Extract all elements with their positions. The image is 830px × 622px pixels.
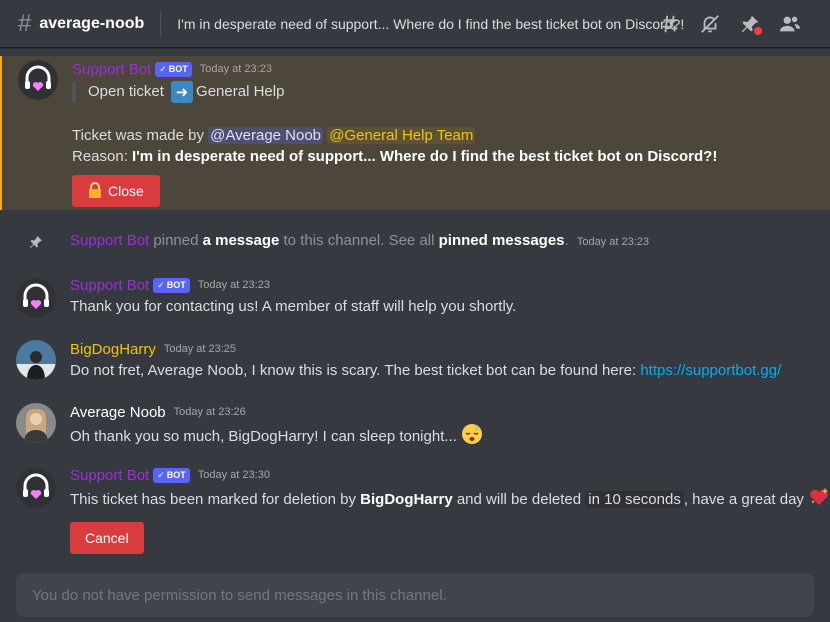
message-author[interactable]: BigDogHarry [70,341,156,358]
pinned-messages-link[interactable]: pinned messages [439,232,565,249]
average-noob-avatar[interactable] [16,403,56,443]
message-text: Do not fret, Average Noob, I know this i… [70,362,637,379]
message-text-line: Oh thank you so much, BigDogHarry! I can… [70,423,483,451]
bigdogharry-avatar[interactable] [16,340,56,380]
deletion-author-bold: BigDogHarry [360,490,453,508]
ticket-message-content: Support Bot ✓ BOT Today at 23:23 Open tic… [72,58,717,208]
quote-bar [72,81,76,103]
message-author[interactable]: Support Bot [70,467,149,484]
channel-hash-icon: # [18,9,32,37]
system-pin-message: Support Bot pinned a message to this cha… [0,230,830,254]
pin-system-icon [28,234,44,255]
made-by-text: Ticket was made by [72,127,209,145]
message-author[interactable]: Support Bot [70,277,149,294]
role-mention[interactable]: @General Help Team [327,127,476,145]
svg-text:z: z [475,425,478,432]
channel-header: # average-noob I'm in desperate need of … [0,0,830,48]
support-bot-avatar[interactable] [16,278,56,318]
pinned-message-link[interactable]: a message [203,232,280,249]
threads-icon[interactable] [658,12,682,36]
system-pin-text: Support Bot pinned a message to this cha… [70,232,649,249]
bot-tag: ✓ BOT [153,277,190,293]
verified-check-icon: ✓ [157,279,165,290]
sparkling-heart-icon [808,486,830,514]
quote-suffix: General Help [196,83,285,100]
deletion-text-b: and will be deleted [452,490,586,508]
quote-prefix: Open ticket [88,83,164,100]
channel-name: average-noob [39,14,145,32]
support-bot-avatar[interactable] [16,468,56,508]
close-ticket-button[interactable]: Close [72,175,160,208]
members-icon[interactable] [778,12,802,36]
support-bot-avatar[interactable] [18,60,58,100]
header-divider [160,11,162,36]
channel-topic[interactable]: I'm in desperate need of support... Wher… [177,16,684,32]
message-composer-disabled: You do not have permission to send messa… [16,573,814,617]
message-author[interactable]: Support Bot [72,61,151,78]
cancel-button-label: Cancel [85,530,129,546]
ticket-made-by-line: Ticket was made by @Average Noob @Genera… [72,125,717,146]
ticket-message-highlighted: Support Bot ✓ BOT Today at 23:23 Open tic… [0,56,830,210]
verified-check-icon: ✓ [157,469,165,480]
quote-line: Open ticket ➜ General Help [72,81,717,104]
right-arrow-icon: ➜ [171,81,194,104]
message-timestamp: Today at 23:23 [199,63,272,75]
reason-label: Reason: [72,148,133,166]
message-timestamp: Today at 23:30 [197,469,270,481]
deletion-text-c: , have a great day [683,490,804,508]
verified-check-icon: ✓ [159,63,167,74]
mute-bell-icon[interactable] [698,12,722,36]
deletion-countdown: in 10 seconds [585,490,684,508]
message-text: Oh thank you so much, BigDogHarry! I can… [70,427,457,445]
deletion-text-a: This ticket has been marked for deletion… [70,490,361,508]
supportbot-link[interactable]: https://supportbot.gg/ [640,362,781,379]
composer-placeholder: You do not have permission to send messa… [32,586,447,604]
system-timestamp: Today at 23:23 [576,236,650,248]
bot-tag: ✓ BOT [155,61,192,77]
header-toolbar [658,12,802,36]
system-middle-text: to this channel. See all [283,232,435,249]
message-text-line: Do not fret, Average Noob, I know this i… [70,360,781,381]
lock-icon [88,181,102,201]
system-period: . [564,232,569,249]
close-button-label: Close [108,183,144,200]
pin-icon[interactable] [738,12,762,36]
message-text-line: This ticket has been marked for deletion… [70,486,830,514]
message-author[interactable]: Average Noob [70,404,166,421]
reason-text: I'm in desperate need of support... Wher… [132,148,718,166]
message-timestamp: Today at 23:23 [197,279,270,291]
reason-line: Reason: I'm in desperate need of support… [72,146,717,167]
message-timestamp: Today at 23:25 [163,343,237,355]
system-author[interactable]: Support Bot [70,232,149,249]
message-timestamp: Today at 23:26 [173,406,246,418]
user-mention[interactable]: @Average Noob [208,127,324,145]
pin-notification-dot [754,27,762,35]
sleeping-face-icon: z [461,423,483,451]
bot-tag: ✓ BOT [153,467,190,483]
cancel-deletion-button[interactable]: Cancel [70,522,144,554]
system-pinned-word: pinned [153,232,199,249]
message-text: Thank you for contacting us! A member of… [70,298,517,315]
